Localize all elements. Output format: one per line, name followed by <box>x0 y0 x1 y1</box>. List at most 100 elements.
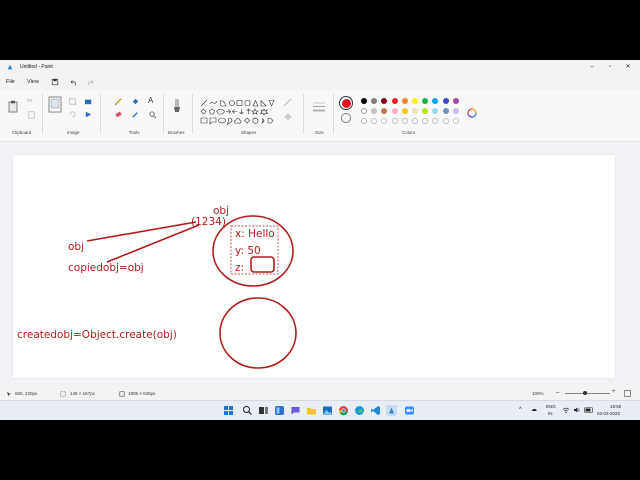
maximize-button[interactable]: ▫ <box>602 62 618 72</box>
fill-icon[interactable] <box>131 97 140 106</box>
clock-date[interactable]: 03-03-2022 <box>597 411 620 416</box>
cut-icon[interactable]: ✂ <box>27 97 36 106</box>
prop-z-label: z: <box>235 262 245 274</box>
color-swatch[interactable] <box>442 98 449 104</box>
tray-chevron-icon[interactable]: ^ <box>519 407 522 413</box>
menu-file[interactable]: File <box>6 79 15 85</box>
save-icon[interactable] <box>51 78 59 86</box>
color-swatch[interactable] <box>422 118 429 124</box>
primary-color-fill <box>341 98 351 108</box>
group-tools-label: Tools <box>129 130 140 135</box>
color-swatch[interactable] <box>442 118 449 124</box>
color-swatch[interactable] <box>381 98 388 104</box>
eraser-icon[interactable] <box>114 110 123 119</box>
line-size-icon[interactable] <box>312 100 326 114</box>
flip-icon[interactable] <box>84 110 93 119</box>
crop-icon[interactable] <box>68 97 77 106</box>
color-picker-icon[interactable] <box>131 110 140 119</box>
edge-icon[interactable] <box>354 405 365 416</box>
copiedobj-label: copiedobj=obj <box>68 262 144 274</box>
task-view-icon[interactable] <box>258 405 269 416</box>
canvas-size-icon <box>119 391 125 397</box>
color-swatch[interactable] <box>401 118 408 124</box>
menu-view[interactable]: View <box>27 79 39 85</box>
copy-icon[interactable] <box>27 110 36 119</box>
zoom-out-button[interactable]: – <box>556 390 562 396</box>
color-swatch[interactable] <box>412 98 418 104</box>
color-swatch[interactable] <box>432 98 439 104</box>
ribbon-divider <box>100 94 101 134</box>
color-swatch[interactable] <box>432 108 439 114</box>
paint-taskbar-icon[interactable] <box>386 405 397 416</box>
widgets-icon[interactable] <box>274 405 285 416</box>
selection-size: 145 × 167px <box>70 391 95 396</box>
edit-colors-icon[interactable] <box>467 108 477 118</box>
title-bar: Untitled - Paint – ▫ ✕ <box>0 60 640 74</box>
color-swatch[interactable] <box>371 108 378 114</box>
zoom-slider-track[interactable] <box>565 393 610 394</box>
wifi-icon[interactable] <box>562 406 570 414</box>
zoom-in-button[interactable]: + <box>612 389 616 395</box>
minimize-button[interactable]: – <box>584 62 600 72</box>
onedrive-icon[interactable]: ☁ <box>531 406 537 413</box>
color-swatch[interactable] <box>452 98 459 104</box>
color-swatch[interactable] <box>361 108 367 114</box>
zoom-level: 100% <box>532 391 544 396</box>
search-icon[interactable] <box>242 405 253 416</box>
redo-icon[interactable] <box>86 78 94 86</box>
secondary-color-swatch[interactable] <box>341 113 351 123</box>
chat-icon[interactable] <box>290 405 301 416</box>
color-swatch[interactable] <box>361 98 367 104</box>
file-explorer-icon[interactable] <box>306 405 317 416</box>
zoom-slider-thumb[interactable] <box>583 391 587 395</box>
color-swatch[interactable] <box>452 108 459 114</box>
color-swatch[interactable] <box>391 118 398 124</box>
text-icon[interactable]: A <box>148 96 157 105</box>
rotate-icon[interactable] <box>68 110 77 119</box>
drawing-canvas[interactable]: obj (1234) obj copiedobj=obj x: Hello y:… <box>13 155 615 378</box>
vscode-icon[interactable] <box>370 405 381 416</box>
color-swatch[interactable] <box>452 118 459 124</box>
primary-color-swatch[interactable] <box>339 96 353 110</box>
magnifier-icon[interactable] <box>148 110 157 119</box>
photos-icon[interactable] <box>322 405 333 416</box>
createdobj-label: createdobj=Object.create(obj) <box>17 329 177 341</box>
color-swatch[interactable] <box>412 118 418 124</box>
battery-icon[interactable] <box>584 406 594 414</box>
color-swatch[interactable] <box>371 118 378 124</box>
resize-icon[interactable] <box>84 97 93 106</box>
color-swatch[interactable] <box>361 118 367 124</box>
shape-outline-icon[interactable] <box>283 98 296 107</box>
cursor-position: 650, 220px <box>15 391 38 396</box>
pencil-icon[interactable] <box>114 97 123 106</box>
select-icon[interactable] <box>48 96 62 116</box>
color-swatch[interactable] <box>401 98 408 104</box>
fit-to-window-icon[interactable] <box>624 390 631 397</box>
paste-icon[interactable] <box>8 100 18 113</box>
color-swatch[interactable] <box>391 98 398 104</box>
color-swatch[interactable] <box>371 98 378 104</box>
shape-fill-icon[interactable] <box>283 112 296 121</box>
start-icon[interactable] <box>223 405 234 416</box>
color-swatch[interactable] <box>412 108 418 114</box>
color-swatch[interactable] <box>391 108 398 114</box>
language-bottom[interactable]: IN <box>548 411 553 416</box>
shapes-gallery[interactable] <box>200 98 276 128</box>
brush-icon[interactable] <box>171 98 183 114</box>
chrome-icon[interactable] <box>338 405 349 416</box>
color-swatch[interactable] <box>442 108 449 114</box>
color-swatch[interactable] <box>432 118 439 124</box>
color-swatch[interactable] <box>422 98 429 104</box>
color-swatch[interactable] <box>422 108 429 114</box>
language-top[interactable]: ENG <box>546 404 556 409</box>
volume-icon[interactable] <box>573 406 581 414</box>
color-swatch[interactable] <box>401 108 408 114</box>
color-swatch[interactable] <box>381 108 388 114</box>
undo-icon[interactable] <box>70 78 78 86</box>
zoom-app-icon[interactable] <box>404 405 415 416</box>
close-button[interactable]: ✕ <box>620 62 636 72</box>
clock-time[interactable]: 19:50 <box>610 404 621 409</box>
group-clipboard-label: Clipboard <box>12 130 32 135</box>
color-swatch[interactable] <box>381 118 388 124</box>
group-image-label: Image <box>67 130 80 135</box>
